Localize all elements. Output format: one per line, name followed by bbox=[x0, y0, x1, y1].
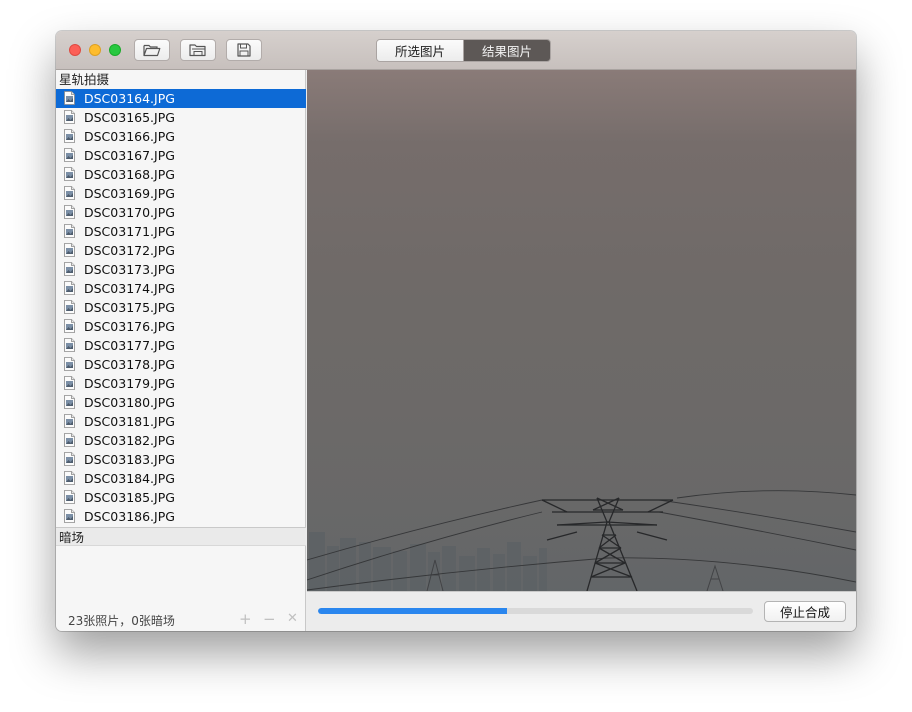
file-name: DSC03169.JPG bbox=[84, 186, 175, 201]
file-name: DSC03186.JPG bbox=[84, 509, 175, 524]
title-bar: 所选图片 结果图片 bbox=[56, 31, 856, 70]
image-file-icon bbox=[64, 376, 75, 390]
file-list-item[interactable]: DSC03170.JPG bbox=[56, 203, 306, 222]
file-name: DSC03184.JPG bbox=[84, 471, 175, 486]
bottom-bar: 停止合成 bbox=[307, 591, 856, 631]
remove-photo-button[interactable]: − bbox=[263, 612, 276, 627]
file-name: DSC03173.JPG bbox=[84, 262, 175, 277]
file-name: DSC03177.JPG bbox=[84, 338, 175, 353]
file-name: DSC03166.JPG bbox=[84, 129, 175, 144]
file-list-item[interactable]: DSC03168.JPG bbox=[56, 165, 306, 184]
image-file-icon bbox=[64, 490, 75, 504]
image-file-icon bbox=[64, 224, 75, 238]
file-list-item[interactable]: DSC03164.JPG bbox=[56, 89, 306, 108]
file-name: DSC03171.JPG bbox=[84, 224, 175, 239]
file-name: DSC03179.JPG bbox=[84, 376, 175, 391]
section-header-dark-frames: 暗场 bbox=[56, 527, 306, 546]
minimize-window-button[interactable] bbox=[89, 44, 101, 56]
sidebar: 星轨拍摄 DSC03164.JPG DSC03165.JPG DSC03166.JP… bbox=[56, 70, 306, 631]
image-file-icon bbox=[64, 357, 75, 371]
folder-open-alt-icon bbox=[189, 44, 206, 57]
file-list-item[interactable]: DSC03182.JPG bbox=[56, 431, 306, 450]
file-name: DSC03167.JPG bbox=[84, 148, 175, 163]
progress-fill bbox=[318, 608, 508, 614]
image-file-icon bbox=[64, 186, 75, 200]
file-list-item[interactable]: DSC03179.JPG bbox=[56, 374, 306, 393]
image-file-icon bbox=[64, 167, 75, 181]
file-list-item[interactable]: DSC03167.JPG bbox=[56, 146, 306, 165]
zoom-window-button[interactable] bbox=[109, 44, 121, 56]
file-name: DSC03164.JPG bbox=[84, 91, 175, 106]
file-name: DSC03172.JPG bbox=[84, 243, 175, 258]
image-file-icon bbox=[64, 433, 75, 447]
photo-count-status: 23张照片，0张暗场 bbox=[68, 614, 175, 628]
file-name: DSC03170.JPG bbox=[84, 205, 175, 220]
open-folder-button[interactable] bbox=[134, 39, 170, 61]
file-name: DSC03178.JPG bbox=[84, 357, 175, 372]
open-folder-alt-button[interactable] bbox=[180, 39, 216, 61]
file-list-item[interactable]: DSC03174.JPG bbox=[56, 279, 306, 298]
file-list-item[interactable]: DSC03171.JPG bbox=[56, 222, 306, 241]
file-name: DSC03181.JPG bbox=[84, 414, 175, 429]
image-file-icon bbox=[64, 129, 75, 143]
file-list-item[interactable]: DSC03175.JPG bbox=[56, 298, 306, 317]
file-name: DSC03185.JPG bbox=[84, 490, 175, 505]
file-name: DSC03175.JPG bbox=[84, 300, 175, 315]
image-file-icon bbox=[64, 148, 75, 162]
image-file-icon bbox=[64, 300, 75, 314]
view-segmented-control: 所选图片 结果图片 bbox=[376, 39, 551, 62]
image-file-icon bbox=[64, 205, 75, 219]
file-name: DSC03176.JPG bbox=[84, 319, 175, 334]
compose-progress-bar bbox=[318, 608, 753, 614]
night-sky-power-tower-image bbox=[307, 450, 856, 591]
image-file-icon bbox=[64, 91, 75, 105]
tab-selected-images[interactable]: 所选图片 bbox=[377, 40, 464, 61]
image-file-icon bbox=[64, 509, 75, 523]
file-list[interactable]: DSC03164.JPG DSC03165.JPG DSC03166.JPG DSC0… bbox=[56, 89, 306, 526]
file-list-item[interactable]: DSC03184.JPG bbox=[56, 469, 306, 488]
file-name: DSC03174.JPG bbox=[84, 281, 175, 296]
file-name: DSC03182.JPG bbox=[84, 433, 175, 448]
save-icon bbox=[237, 43, 251, 57]
add-photo-button[interactable]: + bbox=[239, 612, 252, 627]
file-list-item[interactable]: DSC03166.JPG bbox=[56, 127, 306, 146]
folder-open-icon bbox=[143, 44, 161, 57]
tab-result-image[interactable]: 结果图片 bbox=[464, 40, 550, 61]
file-list-item[interactable]: DSC03183.JPG bbox=[56, 450, 306, 469]
image-file-icon bbox=[64, 471, 75, 485]
file-list-item[interactable]: DSC03185.JPG bbox=[56, 488, 306, 507]
image-file-icon bbox=[64, 338, 75, 352]
file-list-item[interactable]: DSC03169.JPG bbox=[56, 184, 306, 203]
section-header-star-trails: 星轨拍摄 bbox=[59, 72, 110, 87]
image-file-icon bbox=[64, 452, 75, 466]
file-list-item[interactable]: DSC03173.JPG bbox=[56, 260, 306, 279]
file-list-item[interactable]: DSC03176.JPG bbox=[56, 317, 306, 336]
clear-photos-button[interactable]: ✕ bbox=[287, 612, 298, 626]
file-name: DSC03183.JPG bbox=[84, 452, 175, 467]
stop-compose-button[interactable]: 停止合成 bbox=[764, 601, 846, 622]
close-window-button[interactable] bbox=[69, 44, 81, 56]
image-file-icon bbox=[64, 281, 75, 295]
file-list-item[interactable]: DSC03178.JPG bbox=[56, 355, 306, 374]
file-list-item[interactable]: DSC03165.JPG bbox=[56, 108, 306, 127]
file-list-item[interactable]: DSC03172.JPG bbox=[56, 241, 306, 260]
file-list-item[interactable]: DSC03186.JPG bbox=[56, 507, 306, 526]
file-name: DSC03165.JPG bbox=[84, 110, 175, 125]
app-window: 所选图片 结果图片 星轨拍摄 DSC03164.JPG DSC03165.JPG D… bbox=[56, 31, 856, 631]
file-name: DSC03180.JPG bbox=[84, 395, 175, 410]
file-list-item[interactable]: DSC03181.JPG bbox=[56, 412, 306, 431]
file-name: DSC03168.JPG bbox=[84, 167, 175, 182]
image-file-icon bbox=[64, 262, 75, 276]
image-file-icon bbox=[64, 319, 75, 333]
file-list-item[interactable]: DSC03180.JPG bbox=[56, 393, 306, 412]
image-file-icon bbox=[64, 414, 75, 428]
image-file-icon bbox=[64, 110, 75, 124]
image-file-icon bbox=[64, 243, 75, 257]
result-image-preview bbox=[307, 70, 856, 591]
save-button[interactable] bbox=[226, 39, 262, 61]
file-list-item[interactable]: DSC03177.JPG bbox=[56, 336, 306, 355]
image-file-icon bbox=[64, 395, 75, 409]
